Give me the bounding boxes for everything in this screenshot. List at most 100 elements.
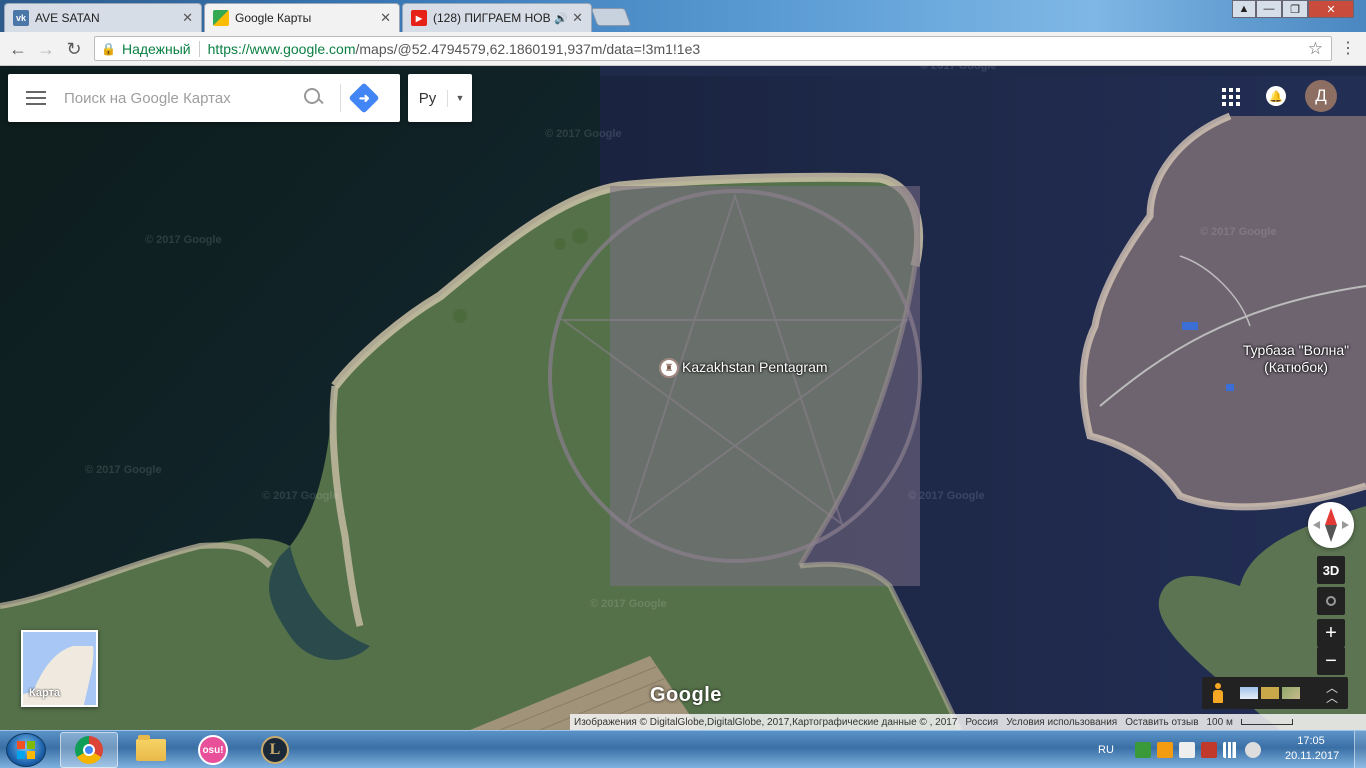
feedback-link[interactable]: Оставить отзыв xyxy=(1125,717,1198,728)
start-button[interactable] xyxy=(6,733,46,767)
language-select[interactable]: Ру ▼ xyxy=(408,74,472,122)
poi-label-line1: Турбаза "Волна" xyxy=(1242,342,1350,358)
scale-bar xyxy=(1240,719,1293,725)
clock[interactable]: 17:05 20.11.2017 xyxy=(1285,734,1340,764)
clock-date: 20.11.2017 xyxy=(1285,750,1340,762)
screen: vk AVE SATAN ✕ Google Карты ✕ ▶ (128) ПИ… xyxy=(0,0,1366,768)
url-path: /maps/@52.4794579,62.1860191,937m/data=!… xyxy=(355,40,701,57)
zoom-in-button[interactable]: + xyxy=(1317,619,1345,647)
map-watermark: © 2017 Google xyxy=(908,490,985,502)
map-footer: Изображения © DigitalGlobe,DigitalGlobe,… xyxy=(570,714,1366,730)
network-signal-icon[interactable] xyxy=(1222,742,1239,758)
landmark-pin-icon[interactable]: ♜ xyxy=(659,358,679,378)
map-watermark: © 2017 Google xyxy=(590,598,667,610)
chevron-up-icon[interactable]: ︿ ︿ xyxy=(1326,682,1338,704)
new-tab-button[interactable] xyxy=(590,8,632,26)
tab-title: (128) ПИГРАЕМ НОВ xyxy=(433,11,551,25)
satellite-map[interactable]: © 2017 Google © 2017 Google © 2017 Googl… xyxy=(0,66,1366,730)
pegman-icon[interactable] xyxy=(1212,683,1224,703)
map-watermark: © 2017 Google xyxy=(262,490,339,502)
tab-close-icon[interactable]: ✕ xyxy=(182,10,193,26)
maximize-button[interactable]: ❐ xyxy=(1282,0,1308,18)
windows-logo-icon xyxy=(17,741,35,759)
taskbar-explorer[interactable] xyxy=(122,732,180,768)
window-controls: ▲ — ❐ ✕ xyxy=(1232,0,1354,18)
taskbar-league-of-legends[interactable]: L xyxy=(246,732,304,768)
imagery-thumb[interactable] xyxy=(1282,687,1300,699)
forward-button[interactable]: → xyxy=(36,39,56,59)
youtube-icon: ▶ xyxy=(411,10,427,26)
secure-label: Надежный xyxy=(122,40,200,57)
notifications-bell-icon[interactable]: 🔔 xyxy=(1266,86,1286,106)
tab-title: Google Карты xyxy=(235,11,312,25)
country-link[interactable]: Россия xyxy=(965,717,998,728)
back-button[interactable]: ← xyxy=(8,39,28,59)
place-label[interactable]: Kazakhstan Pentagram xyxy=(682,359,828,375)
poi-label[interactable]: Турбаза "Волна" (Катюбок) xyxy=(1226,342,1366,376)
minimize-button[interactable]: — xyxy=(1256,0,1282,18)
tab-google-maps[interactable]: Google Карты ✕ xyxy=(204,3,400,32)
satellite-imagery xyxy=(0,66,1366,730)
close-window-button[interactable]: ✕ xyxy=(1308,0,1354,18)
directions-icon[interactable]: ➜ xyxy=(348,82,380,114)
divider xyxy=(340,84,341,112)
url-host: https://www.google.com xyxy=(207,40,356,57)
chrome-menu-icon[interactable]: ⋮ xyxy=(1340,38,1356,58)
taskbar-chrome[interactable] xyxy=(60,732,118,768)
terms-link[interactable]: Условия использования xyxy=(1006,717,1117,728)
my-location-icon[interactable] xyxy=(1317,587,1345,615)
audio-playing-icon[interactable]: 🔊 xyxy=(554,12,568,25)
search-icon[interactable] xyxy=(298,83,328,113)
imagery-attribution: Изображения © DigitalGlobe,DigitalGlobe,… xyxy=(574,716,958,728)
tab-title: AVE SATAN xyxy=(35,11,100,25)
map-watermark: © 2017 Google xyxy=(545,128,622,140)
lock-icon: 🔒 xyxy=(101,41,116,56)
street-view-bar: ︿ ︿ xyxy=(1202,677,1348,709)
zoom-out-button[interactable]: − xyxy=(1317,647,1345,675)
bookmark-star-icon[interactable]: ☆ xyxy=(1308,39,1323,59)
language-indicator[interactable]: RU xyxy=(1098,744,1114,756)
windows-taskbar: osu! L RU 17:05 20.11.2017 xyxy=(0,730,1366,768)
scale-label[interactable]: 100 м xyxy=(1207,717,1233,728)
language-value: Ру xyxy=(408,89,448,107)
show-desktop-button[interactable] xyxy=(1354,731,1366,768)
layer-label: Карта xyxy=(29,687,61,699)
reload-button[interactable]: ↻ xyxy=(64,39,84,59)
app-tray-icon[interactable] xyxy=(1156,742,1173,758)
imagery-thumb[interactable] xyxy=(1240,687,1258,699)
tab-youtube[interactable]: ▶ (128) ПИГРАЕМ НОВ 🔊 ✕ xyxy=(402,3,592,32)
safely-remove-icon[interactable] xyxy=(1200,742,1217,758)
imagery-thumbnails xyxy=(1240,687,1300,699)
map-watermark: © 2017 Google xyxy=(145,234,222,246)
map-watermark: © 2017 Google xyxy=(1200,226,1277,238)
chevron-down-icon: ▼ xyxy=(455,93,465,103)
tab-vk[interactable]: vk AVE SATAN ✕ xyxy=(4,3,202,32)
tab-close-icon[interactable]: ✕ xyxy=(380,10,391,26)
user-profile-button[interactable]: ▲ xyxy=(1232,0,1256,18)
3d-toggle-button[interactable]: 3D xyxy=(1317,556,1345,584)
search-panel: ➜ xyxy=(8,74,400,122)
address-bar[interactable]: 🔒 Надежный https://www.google.com /maps/… xyxy=(94,36,1332,61)
search-input[interactable] xyxy=(64,83,294,113)
browser-tab-strip: vk AVE SATAN ✕ Google Карты ✕ ▶ (128) ПИ… xyxy=(0,0,1366,32)
volume-icon[interactable] xyxy=(1244,742,1261,758)
imagery-thumb[interactable] xyxy=(1261,687,1279,699)
league-of-legends-icon: L xyxy=(261,736,289,764)
vk-icon: vk xyxy=(13,10,29,26)
google-apps-icon[interactable] xyxy=(1222,88,1240,106)
google-maps-icon xyxy=(213,10,229,26)
tab-close-icon[interactable]: ✕ xyxy=(572,10,583,26)
system-tray: RU xyxy=(1098,731,1264,768)
osu-icon: osu! xyxy=(198,735,228,765)
avatar[interactable]: Д xyxy=(1305,80,1337,112)
map-layer-switcher[interactable]: Карта xyxy=(21,630,98,707)
menu-hamburger-icon[interactable] xyxy=(8,74,64,122)
taskbar-osu[interactable]: osu! xyxy=(184,732,242,768)
compass-icon[interactable] xyxy=(1308,502,1354,548)
action-center-flag-icon[interactable] xyxy=(1178,742,1195,758)
clock-time: 17:05 xyxy=(1297,735,1325,747)
folder-icon xyxy=(136,735,166,761)
antivirus-icon[interactable] xyxy=(1134,742,1151,758)
chrome-icon xyxy=(75,736,103,764)
map-watermark: © 2017 Google xyxy=(85,464,162,476)
